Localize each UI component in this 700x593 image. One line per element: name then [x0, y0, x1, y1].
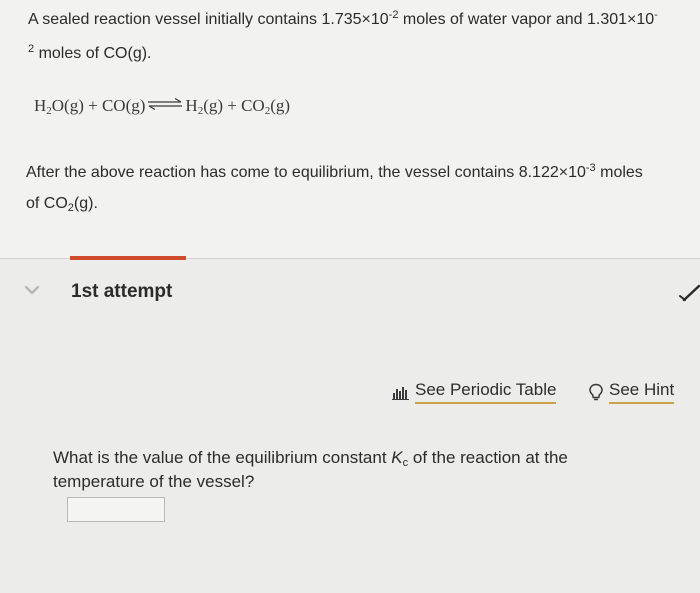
- chevron-down-icon[interactable]: [24, 284, 40, 296]
- equilibrium-arrow-icon: [148, 98, 183, 110]
- prompt-text-2: of the reaction at the: [408, 448, 568, 467]
- question-prompt: What is the value of the equilibrium con…: [53, 446, 653, 494]
- periodic-table-label[interactable]: See Periodic Table: [415, 380, 557, 404]
- eq-reactant-h: H: [34, 96, 47, 115]
- pencil-edge-icon: [679, 284, 700, 302]
- eq-product-h: H: [185, 96, 198, 115]
- prompt-line-1: What is the value of the equilibrium con…: [53, 446, 653, 470]
- eq-reactant-rest: O(g) + CO(g): [51, 96, 146, 115]
- see-periodic-table-link[interactable]: See Periodic Table: [392, 380, 557, 404]
- lightbulb-icon: [589, 383, 603, 401]
- reaction-equation: H2O(g) + CO(g) H2(g) + CO2(g): [34, 96, 291, 117]
- equilibrium-line-1: After the above reaction has come to equ…: [26, 161, 696, 185]
- equilibrium-text-1: After the above reaction has come to equ…: [26, 164, 586, 181]
- intro-text-2: moles of water vapor and 1.301×10: [398, 11, 655, 28]
- equilibrium-co2-rest: (g).: [73, 195, 98, 212]
- intro-line-2: 2 moles of CO(g).: [28, 42, 151, 66]
- answer-input[interactable]: [67, 497, 165, 522]
- hint-label[interactable]: See Hint: [609, 380, 675, 404]
- intro-line-1: A sealed reaction vessel initially conta…: [28, 8, 700, 32]
- intro-exp-2-dash: -: [654, 9, 658, 21]
- attempt-heading[interactable]: 1st attempt: [71, 281, 172, 303]
- eq-product-rest: (g) + CO: [203, 96, 265, 115]
- intro-text-3: moles of CO(g).: [34, 45, 152, 62]
- equilibrium-line-2: of CO2(g).: [26, 192, 98, 216]
- attempt-accent-bar: [70, 256, 186, 260]
- equilibrium-text-2: moles: [595, 164, 643, 181]
- intro-text-1: A sealed reaction vessel initially conta…: [28, 11, 389, 28]
- equilibrium-co2: of CO: [26, 195, 68, 212]
- equilibrium-exp: -3: [585, 162, 596, 174]
- prompt-text-1: What is the value of the equilibrium con…: [53, 448, 392, 467]
- prompt-line-2: temperature of the vessel?: [53, 472, 255, 491]
- question-panel: A sealed reaction vessel initially conta…: [0, 0, 700, 258]
- eq-product2-rest: (g): [270, 96, 291, 115]
- intro-exp-1: -2: [388, 9, 399, 21]
- chart-icon: [392, 387, 409, 400]
- see-hint-link[interactable]: See Hint: [588, 380, 675, 404]
- kc-symbol: K: [391, 448, 403, 467]
